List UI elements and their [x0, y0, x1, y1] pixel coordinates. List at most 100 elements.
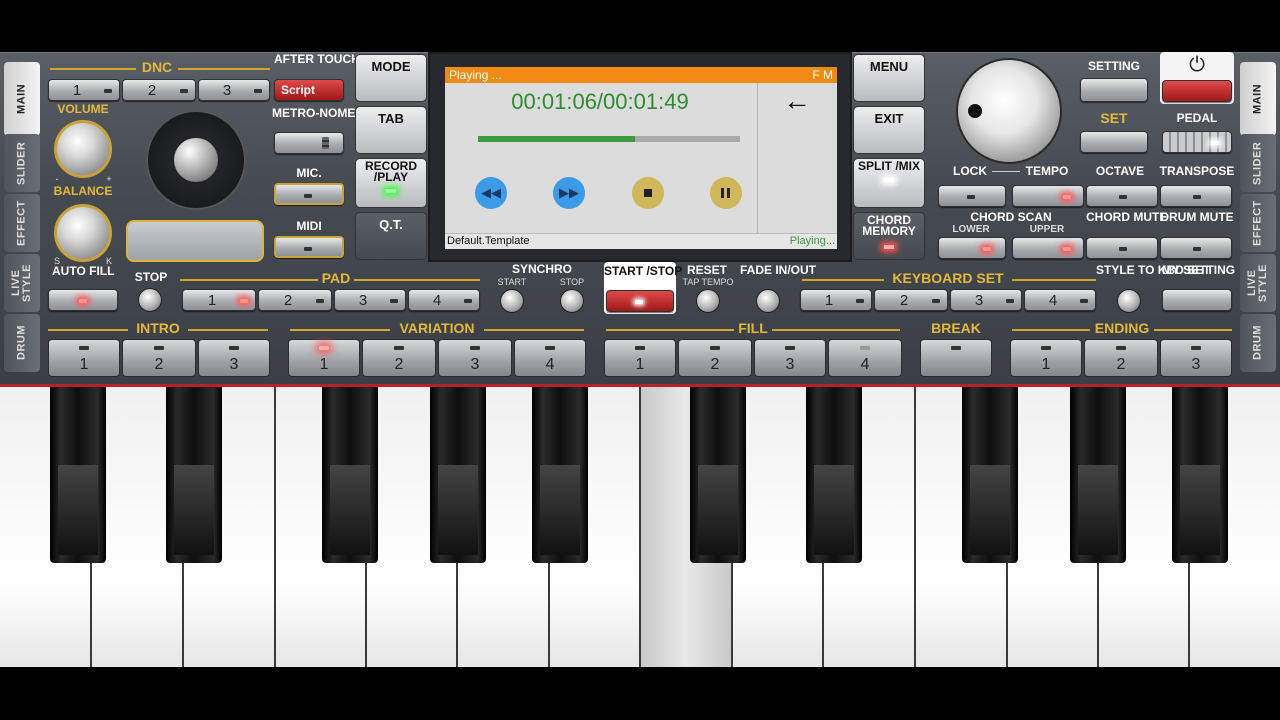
tab-slider-left[interactable]: SLIDER	[4, 134, 40, 192]
tab-live-style-left[interactable]: LIVE STYLE	[4, 254, 40, 312]
lock-button[interactable]	[938, 185, 1006, 207]
mic-button[interactable]	[274, 183, 344, 205]
joystick-ball[interactable]	[174, 138, 218, 182]
intro-line-left	[48, 329, 128, 331]
player-progress-track[interactable]	[478, 136, 740, 142]
black-key[interactable]	[532, 387, 588, 563]
black-key[interactable]	[50, 387, 106, 563]
pitch-pad[interactable]	[126, 220, 264, 262]
intro-button-3[interactable]: 3	[198, 339, 270, 377]
pad-button-2-label: 2	[283, 292, 293, 309]
black-key[interactable]	[1070, 387, 1126, 563]
pad-stop-button[interactable]	[138, 288, 162, 312]
black-key[interactable]	[806, 387, 862, 563]
pad-button-3[interactable]: 3	[334, 289, 406, 311]
auto-fill-button[interactable]	[48, 289, 118, 311]
fade-button[interactable]	[756, 289, 780, 313]
stop-icon[interactable]	[632, 177, 664, 209]
menu-button[interactable]: MENU	[853, 54, 925, 102]
ending-button-3[interactable]: 3	[1160, 339, 1232, 377]
dnc-line-left	[50, 68, 136, 70]
pad-button-2[interactable]: 2	[258, 289, 332, 311]
metronome-button[interactable]	[274, 132, 344, 154]
tempo-button[interactable]	[1012, 185, 1084, 207]
qt-button[interactable]: Q.T.	[355, 212, 427, 260]
script-button[interactable]: Script	[274, 79, 344, 101]
tab-button[interactable]: TAB	[355, 106, 427, 154]
keyboard-set-button-4[interactable]: 4	[1024, 289, 1096, 311]
dnc-button-1[interactable]: 1	[48, 79, 120, 101]
pause-icon[interactable]	[710, 177, 742, 209]
mode-button[interactable]: MODE	[355, 54, 427, 102]
drum-mute-button[interactable]	[1160, 237, 1232, 259]
midi-button[interactable]	[274, 236, 344, 258]
led-indicator	[240, 299, 248, 303]
auto-fill-label: AUTO FILL	[52, 264, 115, 278]
start-stop-button[interactable]	[606, 290, 674, 312]
fill-button-2[interactable]: 2	[678, 339, 752, 377]
keyboard-set-button-3[interactable]: 3	[950, 289, 1022, 311]
tab-main-right[interactable]: MAIN	[1240, 62, 1276, 136]
intro-button-1[interactable]: 1	[48, 339, 120, 377]
synchro-start-button[interactable]	[500, 289, 524, 313]
pad-button-4[interactable]: 4	[408, 289, 480, 311]
tap-tempo-button[interactable]	[696, 289, 720, 313]
style-to-kbd-button[interactable]	[1117, 289, 1141, 313]
black-key[interactable]	[690, 387, 746, 563]
setting-button[interactable]	[1080, 78, 1148, 102]
joystick-pad[interactable]	[146, 110, 246, 210]
tab-effect-left[interactable]: EFFECT	[4, 194, 40, 252]
led-indicator	[1119, 247, 1127, 251]
my-setting-button[interactable]	[1162, 289, 1232, 311]
synchro-stop-button[interactable]	[560, 289, 584, 313]
variation-button-4[interactable]: 4	[514, 339, 586, 377]
variation-button-2[interactable]: 2	[362, 339, 436, 377]
rewind-icon[interactable]: ◀◀	[475, 177, 507, 209]
player-fm: F M	[812, 68, 833, 82]
black-key[interactable]	[430, 387, 486, 563]
fast-forward-icon[interactable]: ▶▶	[553, 177, 585, 209]
dnc-button-3[interactable]: 3	[198, 79, 270, 101]
pedal-button[interactable]	[1162, 131, 1232, 153]
data-dial[interactable]	[956, 58, 1062, 164]
set-button[interactable]	[1080, 131, 1148, 153]
tab-slider-right[interactable]: SLIDER	[1240, 134, 1276, 192]
tab-drum-left[interactable]: DRUM	[4, 314, 40, 372]
transpose-button[interactable]	[1160, 185, 1232, 207]
intro-label: INTRO	[136, 320, 180, 336]
keyboard-set-button-1[interactable]: 1	[800, 289, 872, 311]
tab-live-style-right[interactable]: LIVE STYLE	[1240, 254, 1276, 312]
black-key[interactable]	[166, 387, 222, 563]
dnc-button-2[interactable]: 2	[122, 79, 196, 101]
balance-knob[interactable]	[54, 204, 112, 262]
ending-button-2[interactable]: 2	[1084, 339, 1158, 377]
chord-memory-button[interactable]: CHORD MEMORY	[853, 212, 925, 260]
octave-button[interactable]	[1086, 185, 1158, 207]
tab-main-left[interactable]: MAIN	[4, 62, 40, 136]
back-arrow-icon[interactable]: ←	[783, 87, 811, 115]
break-button[interactable]	[920, 339, 992, 377]
tab-drum-right[interactable]: DRUM	[1240, 314, 1276, 372]
power-icon[interactable]: ⏻	[1184, 54, 1210, 76]
keyboard-set-button-2[interactable]: 2	[874, 289, 948, 311]
black-key[interactable]	[1172, 387, 1228, 563]
fill-button-1[interactable]: 1	[604, 339, 676, 377]
chord-scan-lower-button[interactable]	[938, 237, 1006, 259]
exit-button[interactable]: EXIT	[853, 106, 925, 154]
ending-button-1[interactable]: 1	[1010, 339, 1082, 377]
tab-effect-right[interactable]: EFFECT	[1240, 194, 1276, 252]
pad-button-1[interactable]: 1	[182, 289, 256, 311]
fill-button-3[interactable]: 3	[754, 339, 826, 377]
chord-mute-button[interactable]	[1086, 237, 1158, 259]
intro-button-2[interactable]: 2	[122, 339, 196, 377]
volume-knob[interactable]	[54, 120, 112, 178]
record-play-button[interactable]: RECORD /PLAY	[355, 158, 427, 208]
power-button[interactable]	[1162, 80, 1232, 102]
chord-scan-upper-button[interactable]	[1012, 237, 1084, 259]
black-key[interactable]	[962, 387, 1018, 563]
variation-button-3[interactable]: 3	[438, 339, 512, 377]
split-mix-button[interactable]: SPLIT /MIX	[853, 158, 925, 208]
variation-button-1[interactable]: 1	[288, 339, 360, 377]
black-key[interactable]	[322, 387, 378, 563]
fill-button-4[interactable]: 4	[828, 339, 902, 377]
